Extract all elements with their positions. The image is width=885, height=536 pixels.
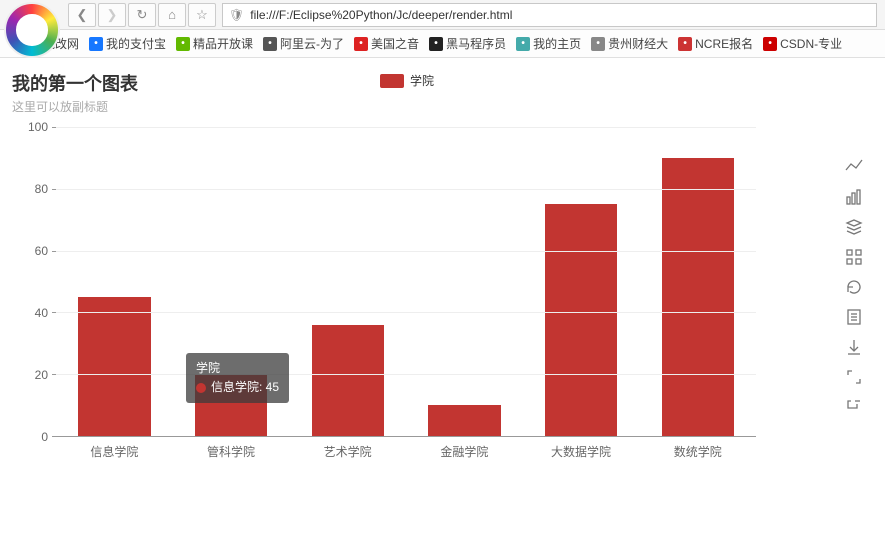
bookmark-item[interactable]: •我的支付宝: [89, 35, 166, 52]
y-tick-label: 20: [35, 368, 48, 382]
tiled-tool-icon[interactable]: [845, 248, 863, 266]
x-tick-label: 大数据学院: [523, 437, 640, 467]
reload-button[interactable]: ↻: [128, 3, 156, 27]
chart-legend[interactable]: 学院: [380, 72, 434, 89]
x-tick-label: 管科学院: [173, 437, 290, 467]
bookmark-icon: •: [263, 37, 277, 51]
bar-slot: [173, 127, 290, 436]
y-tick-label: 60: [35, 244, 48, 258]
bookmark-icon: •: [678, 37, 692, 51]
bookmark-item[interactable]: •我的主页: [516, 35, 581, 52]
bookmark-label: 黑马程序员: [446, 35, 506, 52]
bookmark-icon: •: [516, 37, 530, 51]
page-content: 我的第一个图表 这里可以放副标题 学院 0 20 40 60 80 100 信息学院管科学…: [0, 58, 885, 467]
y-tick-mark: [52, 251, 56, 252]
browser-logo-icon: [4, 2, 60, 58]
legend-label: 学院: [410, 72, 434, 89]
bars-group: [56, 127, 756, 436]
bar-slot: [406, 127, 523, 436]
bookmark-icon: •: [763, 37, 777, 51]
bookmarks-bar: •批改网•我的支付宝•精品开放课•阿里云-为了•美国之音•黑马程序员•我的主页•…: [0, 30, 885, 58]
bar[interactable]: [312, 325, 384, 436]
url-text: file:///F:/Eclipse%20Python/Jc/deeper/re…: [250, 8, 512, 22]
y-tick-label: 100: [28, 120, 48, 134]
bar-slot: [289, 127, 406, 436]
nav-buttons: ❮ ❯ ↻ ⌂ ☆: [68, 3, 216, 27]
bookmark-label: 美国之音: [371, 35, 419, 52]
grid-line: [56, 374, 756, 375]
toolbox: [845, 158, 863, 416]
y-tick-mark: [52, 374, 56, 375]
star-button[interactable]: ☆: [188, 3, 216, 27]
line-tool-icon[interactable]: [845, 158, 863, 176]
bookmark-label: 我的主页: [533, 35, 581, 52]
bookmark-item[interactable]: •NCRE报名: [678, 35, 753, 52]
bookmark-label: 贵州财经大: [608, 35, 668, 52]
bookmark-item[interactable]: •CSDN-专业: [763, 35, 842, 52]
chart-area: 020406080100 信息学院管科学院艺术学院金融学院大数据学院数统学院 学…: [16, 127, 756, 467]
bookmark-item[interactable]: •美国之音: [354, 35, 419, 52]
grid-line: [56, 251, 756, 252]
bar[interactable]: [545, 204, 617, 436]
bar-tool-icon[interactable]: [845, 188, 863, 206]
bookmark-icon: •: [429, 37, 443, 51]
zoom-tool-icon[interactable]: [845, 368, 863, 386]
bookmark-item[interactable]: •阿里云-为了: [263, 35, 344, 52]
y-tick-label: 0: [41, 430, 48, 444]
bar-slot: [523, 127, 640, 436]
y-tick-label: 80: [35, 182, 48, 196]
bookmark-label: 精品开放课: [193, 35, 253, 52]
refresh-tool-icon[interactable]: [845, 278, 863, 296]
grid-line: [56, 127, 756, 128]
bookmark-label: NCRE报名: [695, 35, 753, 52]
y-axis: 020406080100: [16, 127, 52, 437]
bookmark-icon: •: [89, 37, 103, 51]
home-button[interactable]: ⌂: [158, 3, 186, 27]
bookmark-icon: •: [176, 37, 190, 51]
bookmark-icon: •: [591, 37, 605, 51]
bookmark-label: 阿里云-为了: [280, 35, 344, 52]
stack-tool-icon[interactable]: [845, 218, 863, 236]
chart-subtitle: 这里可以放副标题: [12, 98, 885, 115]
bar-slot: [56, 127, 173, 436]
bookmark-icon: •: [354, 37, 368, 51]
bookmark-item[interactable]: •黑马程序员: [429, 35, 506, 52]
x-tick-label: 数统学院: [639, 437, 756, 467]
bookmark-item[interactable]: •贵州财经大: [591, 35, 668, 52]
forward-button[interactable]: ❯: [98, 3, 126, 27]
restore-tool-icon[interactable]: [845, 398, 863, 416]
bar[interactable]: [428, 405, 500, 436]
chart-title: 我的第一个图表: [12, 70, 885, 96]
bar[interactable]: [662, 158, 734, 436]
dataview-tool-icon[interactable]: [845, 308, 863, 326]
address-bar[interactable]: 🛡 file:///F:/Eclipse%20Python/Jc/deeper/…: [222, 3, 877, 27]
shield-icon: 🛡: [229, 8, 244, 22]
y-tick-mark: [52, 127, 56, 128]
title-block: 我的第一个图表 这里可以放副标题: [12, 70, 885, 115]
plot-area: [56, 127, 756, 437]
x-tick-label: 艺术学院: [289, 437, 406, 467]
grid-line: [56, 189, 756, 190]
legend-swatch-icon: [380, 74, 404, 88]
bar-slot: [639, 127, 756, 436]
x-tick-label: 金融学院: [406, 437, 523, 467]
bookmark-label: CSDN-专业: [780, 35, 842, 52]
y-tick-label: 40: [35, 306, 48, 320]
bar[interactable]: [78, 297, 150, 436]
browser-toolbar: ❮ ❯ ↻ ⌂ ☆ 🛡 file:///F:/Eclipse%20Python/…: [0, 0, 885, 30]
y-tick-mark: [52, 189, 56, 190]
y-tick-mark: [52, 312, 56, 313]
save-tool-icon[interactable]: [845, 338, 863, 356]
bar[interactable]: [195, 374, 267, 436]
grid-line: [56, 312, 756, 313]
back-button[interactable]: ❮: [68, 3, 96, 27]
x-tick-label: 信息学院: [56, 437, 173, 467]
x-axis-labels: 信息学院管科学院艺术学院金融学院大数据学院数统学院: [56, 437, 756, 467]
bookmark-item[interactable]: •精品开放课: [176, 35, 253, 52]
bookmark-label: 我的支付宝: [106, 35, 166, 52]
